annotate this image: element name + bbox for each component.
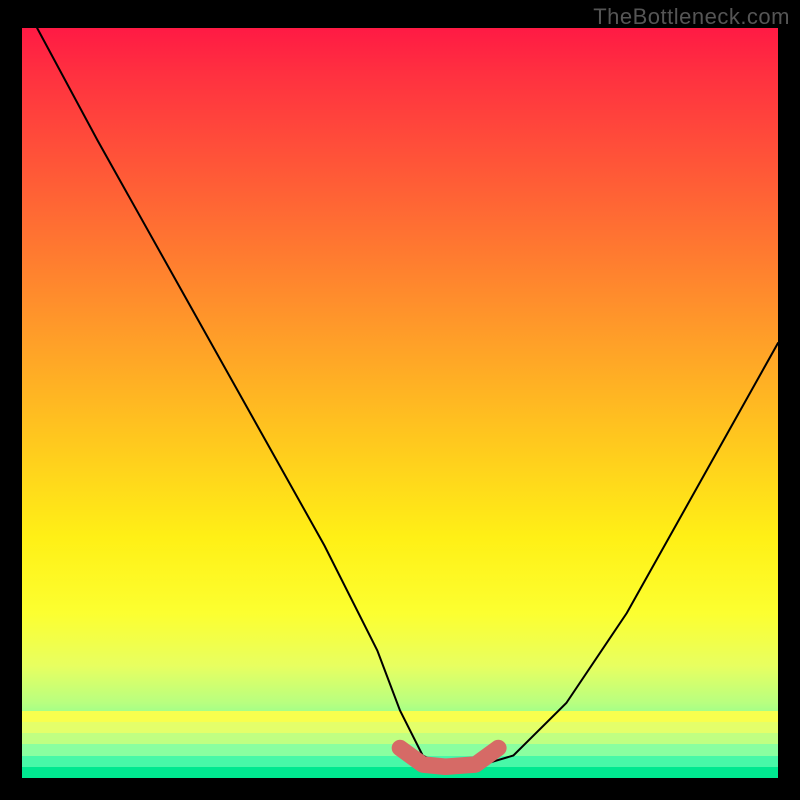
- chart-frame: TheBottleneck.com: [0, 0, 800, 800]
- plot-area: [22, 28, 778, 778]
- valley-marker-path: [400, 748, 498, 767]
- curve-svg: [22, 28, 778, 778]
- black-curve-path: [37, 28, 778, 767]
- watermark-text: TheBottleneck.com: [593, 4, 790, 30]
